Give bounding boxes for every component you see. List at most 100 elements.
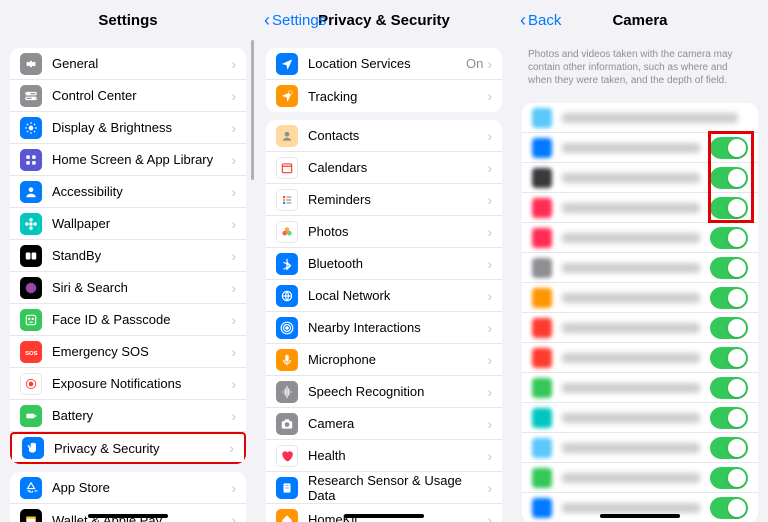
permission-toggle[interactable] [710,347,748,369]
home-indicator [88,514,168,518]
network-icon [276,285,298,307]
permission-toggle[interactable] [710,467,748,489]
row-app-store[interactable]: App Store› [10,472,246,504]
back-button[interactable]: ‹ Back [520,11,561,29]
row-control-center[interactable]: Control Center› [10,80,246,112]
siri-icon [20,277,42,299]
permission-toggle[interactable] [710,167,748,189]
chevron-right-icon: › [487,448,492,464]
chevron-right-icon: › [231,88,236,104]
app-icon [532,408,552,428]
row-home-screen-app-library[interactable]: Home Screen & App Library› [10,144,246,176]
row-label: Health [308,448,487,463]
calendar-icon [276,157,298,179]
row-wallet-apple-pay[interactable]: Wallet & Apple Pay› [10,504,246,522]
row-calendars[interactable]: Calendars› [266,152,502,184]
chevron-right-icon: › [231,216,236,232]
app-name-blurred [562,383,700,393]
privacy-group: Location ServicesOn›Tracking› [266,48,502,112]
row-general[interactable]: General› [10,48,246,80]
chevron-left-icon: ‹ [264,11,270,29]
chevron-right-icon: › [231,480,236,496]
chevron-right-icon: › [487,512,492,522]
row-label: StandBy [52,248,231,263]
nearby-icon [276,317,298,339]
row-face-id-passcode[interactable]: Face ID & Passcode› [10,304,246,336]
row-local-network[interactable]: Local Network› [266,280,502,312]
back-to-settings[interactable]: ‹ Settings [264,11,326,29]
speech-icon [276,381,298,403]
permission-toggle[interactable] [710,197,748,219]
row-accessibility[interactable]: Accessibility› [10,176,246,208]
app-name-blurred [562,173,700,183]
chevron-left-icon: ‹ [520,11,526,29]
app-name-blurred [562,353,700,363]
permission-toggle[interactable] [710,377,748,399]
app-permission-row [522,223,758,253]
chevron-right-icon: › [231,512,236,522]
row-value: On [466,56,483,71]
app-icon [532,288,552,308]
row-label: Camera [308,416,487,431]
permission-toggle[interactable] [710,287,748,309]
permission-toggle[interactable] [710,257,748,279]
row-privacy-security[interactable]: Privacy & Security› [10,432,246,464]
contacts-icon [276,125,298,147]
row-wallpaper[interactable]: Wallpaper› [10,208,246,240]
row-health[interactable]: Health› [266,440,502,472]
svg-text:SOS: SOS [25,350,37,356]
app-icon [532,138,552,158]
scrollbar[interactable] [251,40,254,180]
row-exposure-notifications[interactable]: Exposure Notifications› [10,368,246,400]
permission-toggle[interactable] [710,137,748,159]
flower-icon [20,213,42,235]
row-homekit[interactable]: HomeKit› [266,504,502,522]
permission-toggle[interactable] [710,407,748,429]
row-research-sensor-usage-data[interactable]: Research Sensor & Usage Data› [266,472,502,504]
settings-pane: Settings General›Control Center›Display … [0,0,256,522]
wallet-icon [20,509,42,522]
row-label: Display & Brightness [52,120,231,135]
app-permission-row [522,313,758,343]
row-label: Research Sensor & Usage Data [308,473,487,503]
chevron-right-icon: › [231,248,236,264]
app-name-blurred [562,113,738,123]
row-siri-search[interactable]: Siri & Search› [10,272,246,304]
row-standby[interactable]: StandBy› [10,240,246,272]
row-reminders[interactable]: Reminders› [266,184,502,216]
row-display-brightness[interactable]: Display & Brightness› [10,112,246,144]
row-camera[interactable]: Camera› [266,408,502,440]
chevron-right-icon: › [231,120,236,136]
switches-icon [20,85,42,107]
row-tracking[interactable]: Tracking› [266,80,502,112]
row-location-services[interactable]: Location ServicesOn› [266,48,502,80]
row-speech-recognition[interactable]: Speech Recognition› [266,376,502,408]
privacy-group: Contacts›Calendars›Reminders›Photos›Blue… [266,120,502,522]
chevron-right-icon: › [487,192,492,208]
row-label: Wallpaper [52,216,231,231]
row-label: Tracking [308,89,487,104]
permission-toggle[interactable] [710,497,748,519]
permission-toggle[interactable] [710,437,748,459]
permission-toggle[interactable] [710,227,748,249]
chevron-right-icon: › [487,320,492,336]
row-microphone[interactable]: Microphone› [266,344,502,376]
health-icon [276,445,298,467]
home-indicator [600,514,680,518]
app-icon [532,318,552,338]
row-photos[interactable]: Photos› [266,216,502,248]
app-icon [532,258,552,278]
row-battery[interactable]: Battery› [10,400,246,432]
chevron-right-icon: › [231,312,236,328]
app-name-blurred [562,443,700,453]
app-icon [532,108,552,128]
row-label: General [52,56,231,71]
row-emergency-sos[interactable]: SOSEmergency SOS› [10,336,246,368]
row-bluetooth[interactable]: Bluetooth› [266,248,502,280]
row-contacts[interactable]: Contacts› [266,120,502,152]
hand-icon [22,437,44,459]
app-name-blurred [562,143,700,153]
row-nearby-interactions[interactable]: Nearby Interactions› [266,312,502,344]
permission-toggle[interactable] [710,317,748,339]
app-permission-row [522,403,758,433]
